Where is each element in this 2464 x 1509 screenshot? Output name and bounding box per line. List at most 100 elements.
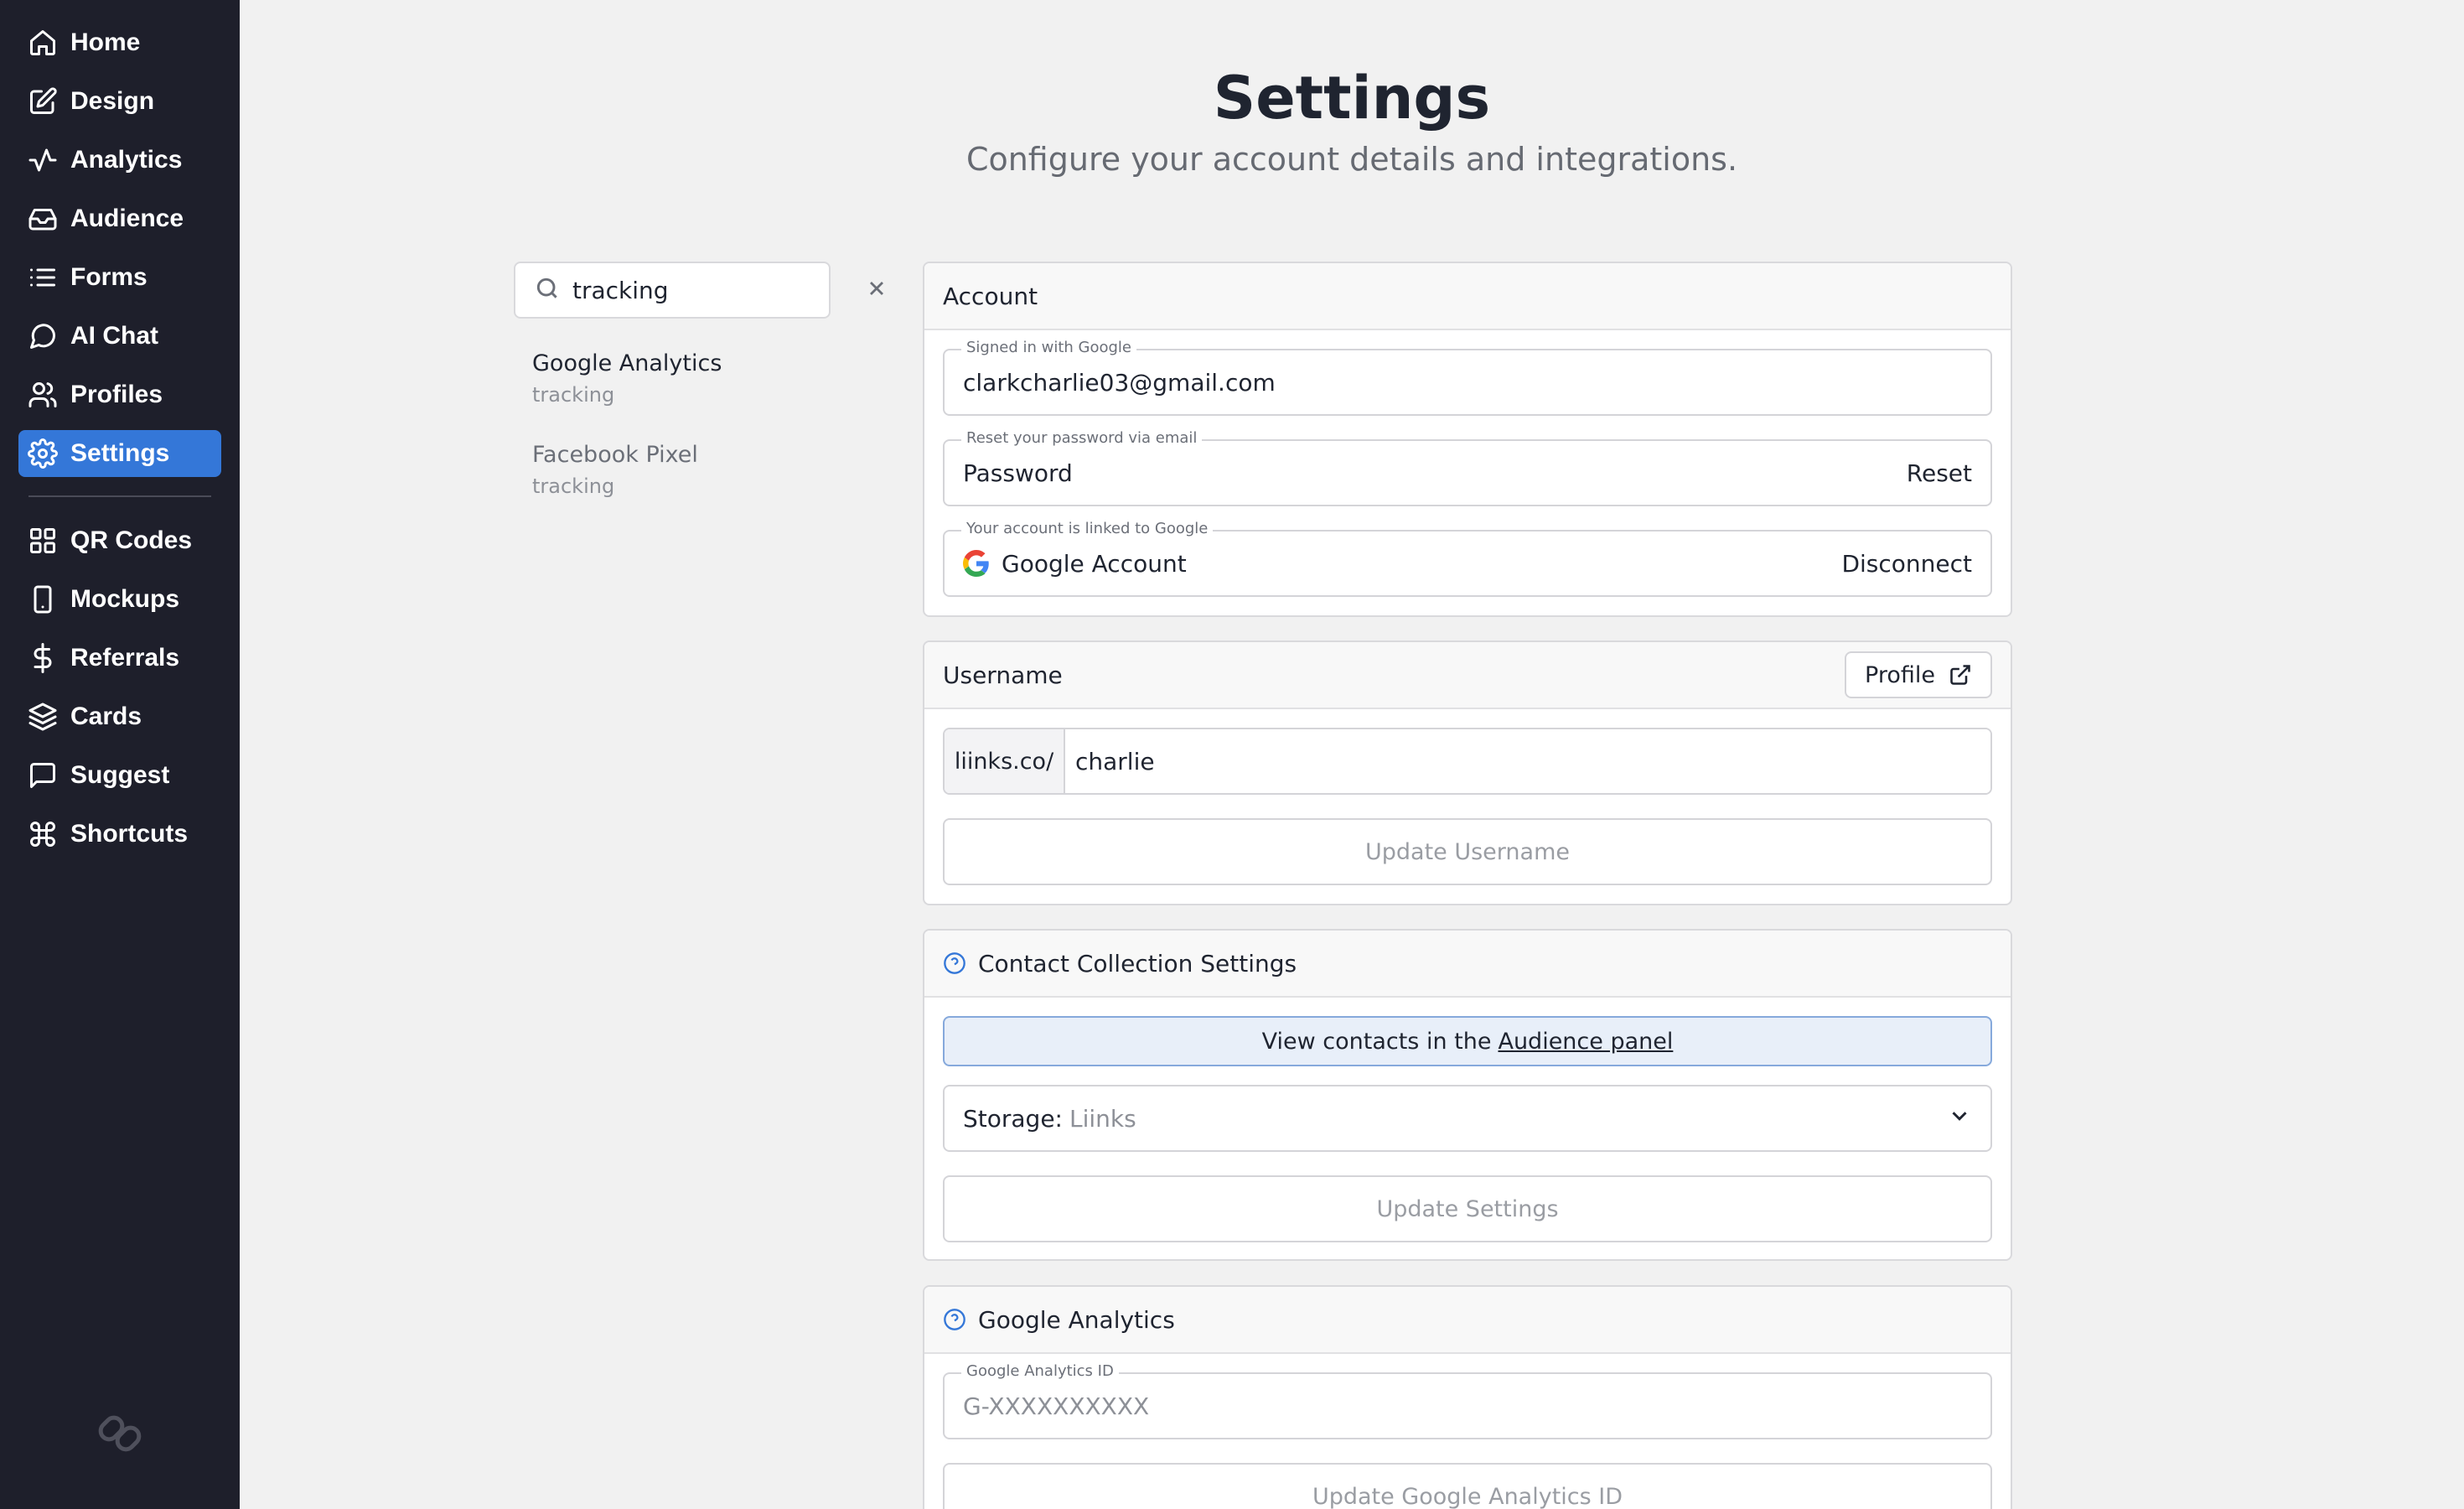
sidebar-item-label: Settings	[70, 439, 170, 467]
card-header: Google Analytics	[924, 1287, 2011, 1354]
sidebar-item-label: Suggest	[70, 761, 170, 789]
search-icon	[534, 275, 561, 306]
sidebar-item-shortcuts[interactable]: Shortcuts	[18, 811, 221, 858]
gear-icon	[27, 438, 59, 469]
command-icon	[27, 818, 59, 850]
card-header: Username Profile	[924, 642, 2011, 709]
field-legend: Google Analytics ID	[961, 1362, 1119, 1380]
sidebar-item-label: Shortcuts	[70, 820, 189, 848]
sidebar-item-label: Home	[70, 29, 141, 56]
phone-icon	[27, 583, 59, 615]
help-icon[interactable]	[943, 952, 966, 975]
disconnect-button[interactable]: Disconnect	[1841, 550, 1972, 578]
sidebar-item-ai-chat[interactable]: AI Chat	[18, 313, 221, 360]
link-logo-icon[interactable]	[95, 1408, 145, 1459]
settings-search	[514, 262, 883, 319]
sidebar-item-qr-codes[interactable]: QR Codes	[18, 517, 221, 564]
sidebar-item-label: Cards	[70, 703, 142, 730]
search-result-tag: tracking	[532, 383, 615, 407]
google-account-field: Your account is linked to Google Google …	[943, 520, 1992, 597]
password-label: Password	[963, 459, 1073, 487]
sidebar-item-profiles[interactable]: Profiles	[18, 371, 221, 418]
sidebar-item-label: AI Chat	[70, 322, 158, 350]
sidebar-item-label: QR Codes	[70, 526, 193, 554]
sidebar-item-mockups[interactable]: Mockups	[18, 576, 221, 623]
external-link-icon	[1950, 665, 1970, 685]
grid-icon	[27, 525, 59, 557]
card-header: Account	[924, 263, 2011, 330]
password-field: Reset your password via email Password R…	[943, 429, 1992, 506]
card-header: Contact Collection Settings	[924, 931, 2011, 998]
card-title: Contact Collection Settings	[978, 949, 1297, 977]
update-google-analytics-button[interactable]: Update Google Analytics ID	[943, 1463, 1992, 1509]
google-analytics-id-placeholder: G-XXXXXXXXXX	[963, 1392, 1150, 1420]
field-legend: Signed in with Google	[961, 339, 1136, 356]
username-card: Username Profile liinks.co/ Update Usern…	[923, 640, 2012, 905]
page-subtitle: Configure your account details and integ…	[965, 141, 1738, 178]
search-result-title: Google Analytics	[532, 350, 722, 376]
help-icon[interactable]	[943, 1308, 966, 1331]
search-result-tag: tracking	[532, 474, 615, 498]
search-result-title: Facebook Pixel	[532, 442, 698, 468]
contact-collection-card: Contact Collection Settings View contact…	[923, 929, 2012, 1261]
sidebar-item-label: Referrals	[70, 644, 180, 672]
storage-label: Storage:	[963, 1104, 1063, 1133]
username-input[interactable]	[1065, 729, 1990, 793]
sidebar-item-label: Forms	[70, 263, 148, 291]
page-title: Settings	[1213, 64, 1491, 132]
update-username-button[interactable]: Update Username	[943, 818, 1992, 885]
email-value: clarkcharlie03@gmail.com	[963, 368, 1276, 397]
sidebar-item-label: Audience	[70, 205, 184, 232]
update-settings-button[interactable]: Update Settings	[943, 1175, 1992, 1242]
edit-icon	[27, 86, 59, 117]
field-legend: Your account is linked to Google	[961, 520, 1214, 537]
email-field[interactable]: Signed in with Google clarkcharlie03@gma…	[943, 339, 1992, 416]
dollar-icon	[27, 642, 59, 674]
sidebar: Home Design Analytics Audience Forms AI …	[0, 0, 240, 1509]
sidebar-item-home[interactable]: Home	[18, 19, 221, 66]
sidebar-item-cards[interactable]: Cards	[18, 693, 221, 740]
search-result-google-analytics[interactable]: Google Analytics tracking	[532, 350, 834, 407]
google-account-label: Google Account	[1002, 549, 1187, 578]
layers-icon	[27, 701, 59, 733]
card-title: Google Analytics	[978, 1305, 1175, 1334]
search-result-facebook-pixel[interactable]: Facebook Pixel tracking	[532, 442, 834, 498]
sidebar-item-analytics[interactable]: Analytics	[18, 137, 221, 184]
sidebar-divider	[28, 495, 211, 497]
sidebar-item-settings[interactable]: Settings	[18, 430, 221, 477]
chevron-down-icon	[1947, 1103, 1972, 1134]
card-title: Account	[943, 282, 1038, 310]
banner-text: View contacts in the	[1261, 1028, 1492, 1055]
sidebar-item-label: Analytics	[70, 146, 183, 174]
sidebar-item-label: Mockups	[70, 585, 180, 613]
audience-info-banner: View contacts in the Audience panel	[943, 1016, 1992, 1066]
search-input[interactable]	[572, 276, 865, 304]
sidebar-item-forms[interactable]: Forms	[18, 254, 221, 301]
sidebar-item-referrals[interactable]: Referrals	[18, 635, 221, 682]
sidebar-item-label: Profiles	[70, 381, 163, 408]
sidebar-item-design[interactable]: Design	[18, 78, 221, 125]
home-icon	[27, 27, 59, 59]
users-icon	[27, 379, 59, 411]
username-field: liinks.co/	[943, 728, 1992, 795]
list-icon	[27, 262, 59, 293]
username-prefix: liinks.co/	[945, 729, 1065, 793]
google-analytics-id-field[interactable]: Google Analytics ID G-XXXXXXXXXX	[943, 1362, 1992, 1439]
inbox-icon	[27, 203, 59, 235]
profile-button-label: Profile	[1865, 661, 1935, 688]
sidebar-item-label: Design	[70, 87, 155, 115]
account-card: Account Signed in with Google clarkcharl…	[923, 262, 2012, 617]
sidebar-item-suggest[interactable]: Suggest	[18, 752, 221, 799]
close-icon[interactable]	[865, 277, 888, 304]
profile-button[interactable]: Profile	[1845, 651, 1992, 698]
google-icon	[963, 550, 989, 577]
audience-panel-link[interactable]: Audience panel	[1498, 1029, 1673, 1055]
google-analytics-card: Google Analytics Google Analytics ID G-X…	[923, 1285, 2012, 1509]
field-legend: Reset your password via email	[961, 429, 1203, 447]
sidebar-item-audience[interactable]: Audience	[18, 195, 221, 242]
storage-select[interactable]: Storage: Liinks	[943, 1085, 1992, 1152]
activity-icon	[27, 144, 59, 176]
message-square-icon	[27, 760, 59, 791]
card-title: Username	[943, 661, 1063, 689]
reset-password-button[interactable]: Reset	[1907, 459, 1972, 487]
